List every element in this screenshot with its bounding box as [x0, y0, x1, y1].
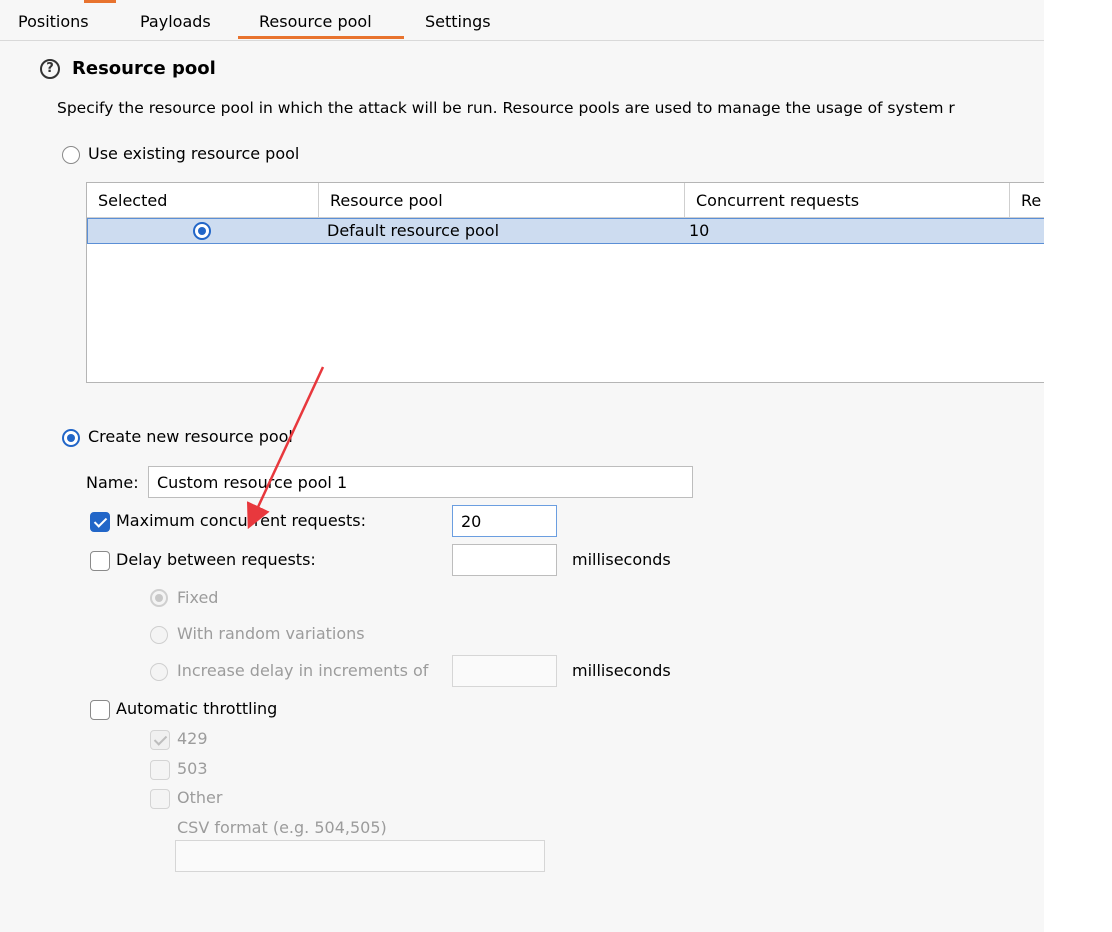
- increase-delay-label: Increase delay in increments of: [177, 661, 429, 680]
- right-margin: [1044, 0, 1112, 932]
- column-header-re[interactable]: Re: [1010, 183, 1044, 217]
- increase-delay-radio[interactable]: [150, 663, 168, 681]
- fixed-delay-radio[interactable]: [150, 589, 168, 607]
- table-header: Selected Resource pool Concurrent reques…: [87, 183, 1044, 218]
- active-tab-underline: [238, 36, 404, 39]
- pool-name-input[interactable]: [148, 466, 693, 498]
- column-header-selected[interactable]: Selected: [87, 183, 319, 217]
- resource-pool-panel: Positions Payloads Resource pool Setting…: [0, 0, 1044, 932]
- csv-format-input[interactable]: [175, 840, 545, 872]
- fixed-delay-label: Fixed: [177, 588, 219, 607]
- row-selected-radio[interactable]: [193, 222, 211, 240]
- row-concurrent-value: 10: [689, 221, 710, 240]
- use-existing-label: Use existing resource pool: [88, 144, 300, 163]
- section-description: Specify the resource pool in which the a…: [57, 99, 955, 117]
- tab-positions[interactable]: Positions: [18, 12, 89, 31]
- increase-unit-label: milliseconds: [572, 661, 671, 680]
- tab-settings[interactable]: Settings: [425, 12, 491, 31]
- code-429-label: 429: [177, 729, 208, 748]
- random-delay-radio[interactable]: [150, 626, 168, 644]
- code-429-checkbox[interactable]: [150, 730, 170, 750]
- tab-resource-pool[interactable]: Resource pool: [259, 12, 372, 31]
- code-other-checkbox[interactable]: [150, 789, 170, 809]
- column-header-concurrent-requests[interactable]: Concurrent requests: [685, 183, 1010, 217]
- tab-accent-mark: [84, 0, 116, 3]
- resource-pool-table: Selected Resource pool Concurrent reques…: [86, 182, 1044, 383]
- row-pool-name: Default resource pool: [327, 221, 500, 240]
- automatic-throttling-label: Automatic throttling: [116, 699, 278, 718]
- help-icon[interactable]: ?: [40, 59, 60, 79]
- use-existing-radio[interactable]: [62, 146, 80, 164]
- create-new-radio[interactable]: [62, 429, 80, 447]
- random-delay-label: With random variations: [177, 624, 365, 643]
- max-concurrent-input[interactable]: [452, 505, 557, 537]
- max-concurrent-label: Maximum concurrent requests:: [116, 511, 366, 530]
- delay-unit-label: milliseconds: [572, 550, 671, 569]
- tab-payloads[interactable]: Payloads: [140, 12, 211, 31]
- tab-bar: Positions Payloads Resource pool Setting…: [0, 0, 1044, 41]
- code-other-label: Other: [177, 788, 223, 807]
- csv-format-label: CSV format (e.g. 504,505): [177, 818, 387, 837]
- name-label: Name:: [86, 473, 139, 492]
- table-row[interactable]: Default resource pool 10: [87, 218, 1044, 244]
- max-concurrent-checkbox[interactable]: [90, 512, 110, 532]
- delay-checkbox[interactable]: [90, 551, 110, 571]
- create-new-label: Create new resource pool: [88, 427, 293, 446]
- code-503-label: 503: [177, 759, 208, 778]
- increase-delay-input[interactable]: [452, 655, 557, 687]
- code-503-checkbox[interactable]: [150, 760, 170, 780]
- delay-label: Delay between requests:: [116, 550, 316, 569]
- delay-input[interactable]: [452, 544, 557, 576]
- column-header-resource-pool[interactable]: Resource pool: [319, 183, 685, 217]
- automatic-throttling-checkbox[interactable]: [90, 700, 110, 720]
- section-title: Resource pool: [72, 58, 216, 79]
